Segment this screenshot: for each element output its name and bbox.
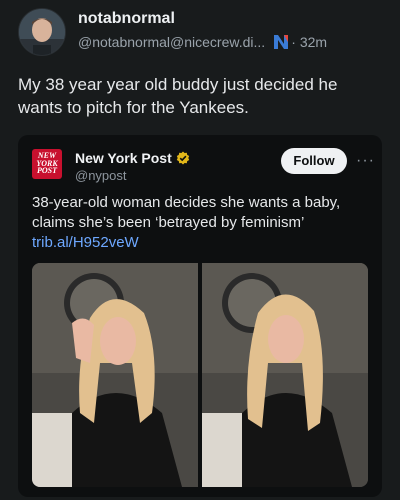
quoted-author-name[interactable]: New York Post — [75, 150, 172, 166]
photo-right[interactable] — [202, 263, 368, 487]
quoted-author-handle[interactable]: @nypost — [75, 168, 127, 183]
nypost-logo[interactable]: NEW YORK POST — [32, 149, 62, 179]
author-handle[interactable]: @notabnormal@nicecrew.di... — [78, 34, 265, 50]
more-dots-icon[interactable]: ··· — [356, 152, 375, 170]
separator-dot: · — [291, 34, 296, 50]
author-handle-row: @notabnormal@nicecrew.di... · 32m — [78, 33, 327, 51]
quoted-media — [32, 263, 368, 487]
verified-badge-icon — [176, 151, 190, 165]
author-avatar[interactable] — [18, 8, 66, 56]
follow-button[interactable]: Follow — [281, 148, 347, 174]
n-logo-icon — [271, 33, 291, 51]
post-container: notabnormal @notabnormal@nicecrew.di... … — [0, 0, 400, 500]
photo-left[interactable] — [32, 263, 198, 487]
post-time[interactable]: 32m — [300, 34, 327, 50]
quoted-post-card[interactable]: NEW YORK POST New York Post @nypost Follow… — [18, 135, 382, 497]
quoted-link[interactable]: trib.al/H952veW — [32, 234, 139, 251]
post-text: My 38 year year old buddy just decided h… — [18, 75, 338, 117]
author-name[interactable]: notabnormal — [78, 10, 175, 28]
quoted-author-row: New York Post — [75, 150, 190, 166]
quoted-text: 38-year-old woman decides she wants a ba… — [32, 194, 341, 231]
